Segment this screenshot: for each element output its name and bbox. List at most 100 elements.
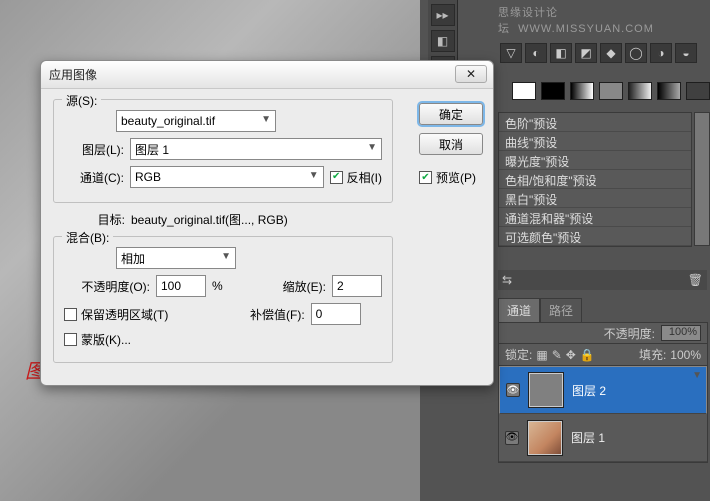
swatch[interactable] bbox=[541, 82, 565, 100]
dialog-button-column: 确定 取消 ✔ 预览(P) bbox=[419, 103, 483, 186]
adj-icon[interactable]: ◆ bbox=[600, 43, 622, 63]
channel-label: 通道(C): bbox=[64, 169, 124, 186]
layers-panel: 通道 路径 不透明度: 100% 锁定: ▦ ✎ ✥ 🔒 填充: 100% 👁 … bbox=[498, 298, 708, 463]
preserve-transparency-checkbox[interactable]: 保留透明区域(T) bbox=[64, 306, 244, 323]
offset-input[interactable] bbox=[311, 303, 361, 325]
lock-label: 锁定: bbox=[505, 346, 532, 363]
lock-transparency-icon[interactable]: ▦ bbox=[536, 348, 547, 362]
preset-item[interactable]: 通道混和器"预设 bbox=[499, 208, 691, 227]
watermark-url: WWW.MISSYUAN.COM bbox=[518, 23, 654, 35]
tab-paths[interactable]: 路径 bbox=[540, 298, 582, 322]
adj-icon[interactable]: ◯ bbox=[625, 43, 647, 63]
visibility-icon[interactable]: 👁 bbox=[505, 431, 519, 445]
layer-row[interactable]: 👁 图层 2 bbox=[499, 366, 707, 414]
ok-button[interactable]: 确定 bbox=[419, 103, 483, 125]
lock-all-icon[interactable]: 🔒 bbox=[580, 348, 595, 362]
panels-area: 思缘设计论坛 WWW.MISSYUAN.COM ▽ ◐ ◧ ◩ ◆ ◯ ◑ ◒ … bbox=[498, 0, 710, 501]
cancel-button[interactable]: 取消 bbox=[419, 133, 483, 155]
source-group: 源(S): beauty_original.tif 图层(L): 图层 1 通道… bbox=[53, 99, 393, 203]
target-label: 目标: bbox=[53, 211, 125, 228]
offset-label: 补偿值(F): bbox=[250, 306, 305, 323]
swatch[interactable] bbox=[599, 82, 623, 100]
blend-legend: 混合(B): bbox=[66, 231, 109, 245]
layer-name: 图层 2 bbox=[572, 382, 606, 399]
adjustments-toolbar: ▽ ◐ ◧ ◩ ◆ ◯ ◑ ◒ bbox=[498, 40, 698, 66]
preset-list: 色阶"预设 曲线"预设 曝光度"预设 色相/饱和度"预设 黑白"预设 通道混和器… bbox=[498, 112, 692, 247]
adj-icon[interactable]: ◐ bbox=[525, 43, 547, 63]
adj-icon[interactable]: ◑ bbox=[650, 43, 672, 63]
layer-name: 图层 1 bbox=[571, 429, 605, 446]
preset-item[interactable]: 曲线"预设 bbox=[499, 132, 691, 151]
preset-item[interactable]: 可选颜色"预设 bbox=[499, 227, 691, 246]
invert-checkbox[interactable]: ✔ 反相(I) bbox=[330, 169, 382, 186]
preset-footer: ⇆ 🗑 bbox=[498, 270, 707, 290]
preset-item[interactable]: 色相/饱和度"预设 bbox=[499, 170, 691, 189]
blend-value: 相加 bbox=[121, 250, 145, 267]
target-value: beauty_original.tif(图..., RGB) bbox=[131, 211, 288, 228]
layers-tabbar: 通道 路径 bbox=[498, 298, 708, 322]
fill-value[interactable]: 100% bbox=[670, 348, 701, 362]
source-legend: 源(S): bbox=[66, 94, 97, 108]
adj-icon[interactable]: ◩ bbox=[575, 43, 597, 63]
opacity-row: 不透明度: 100% bbox=[498, 322, 708, 344]
checkbox-icon: ✔ bbox=[330, 171, 343, 184]
apply-image-dialog: 应用图像 ✕ 确定 取消 ✔ 预览(P) 源(S): beauty_origin… bbox=[40, 60, 494, 386]
layer-row[interactable]: 👁 图层 1 bbox=[499, 414, 707, 462]
scale-input[interactable] bbox=[332, 275, 382, 297]
lock-row: 锁定: ▦ ✎ ✥ 🔒 填充: 100% bbox=[498, 344, 708, 366]
fill-label: 填充: bbox=[639, 346, 666, 363]
swatch[interactable] bbox=[657, 82, 681, 100]
swatch-row bbox=[512, 82, 710, 100]
adj-icon[interactable]: ◒ bbox=[675, 43, 697, 63]
opacity-value[interactable]: 100% bbox=[661, 325, 701, 341]
source-select[interactable]: beauty_original.tif bbox=[116, 110, 276, 132]
dock-icon[interactable]: ▸▸ bbox=[431, 4, 455, 26]
dialog-title: 应用图像 bbox=[49, 66, 97, 83]
invert-label: 反相(I) bbox=[347, 169, 382, 186]
dialog-titlebar[interactable]: 应用图像 ✕ bbox=[41, 61, 493, 89]
preserve-label: 保留透明区域(T) bbox=[81, 306, 168, 323]
cancel-label: 取消 bbox=[439, 136, 463, 153]
swatch[interactable] bbox=[512, 82, 536, 100]
preset-scrollbar[interactable] bbox=[694, 112, 710, 246]
tab-channels[interactable]: 通道 bbox=[498, 298, 540, 322]
ok-label: 确定 bbox=[439, 106, 463, 123]
adj-icon[interactable]: ◧ bbox=[550, 43, 572, 63]
swatch[interactable] bbox=[570, 82, 594, 100]
scale-label: 缩放(E): bbox=[283, 278, 326, 295]
channel-select[interactable]: RGB bbox=[130, 166, 324, 188]
close-button[interactable]: ✕ bbox=[455, 65, 487, 83]
layer-thumbnail[interactable] bbox=[528, 372, 564, 408]
layer-select[interactable]: 图层 1 bbox=[130, 138, 382, 160]
blend-group: 混合(B): 相加 不透明度(O): % 缩放(E): 保留透明区域(T) 补偿… bbox=[53, 236, 393, 363]
lock-move-icon[interactable]: ✥ bbox=[566, 348, 576, 362]
adj-icon[interactable]: ▽ bbox=[500, 43, 522, 63]
preset-item[interactable]: 黑白"预设 bbox=[499, 189, 691, 208]
blend-select[interactable]: 相加 bbox=[116, 247, 236, 269]
layer-list: 👁 图层 2 👁 图层 1 bbox=[498, 366, 708, 463]
watermark-text: 思缘设计论坛 WWW.MISSYUAN.COM bbox=[498, 4, 710, 36]
preset-item[interactable]: 曝光度"预设 bbox=[499, 151, 691, 170]
mask-checkbox[interactable]: 蒙版(K)... bbox=[64, 331, 131, 348]
dock-icon[interactable]: ◧ bbox=[431, 30, 455, 52]
checkbox-icon: ✔ bbox=[419, 171, 432, 184]
channel-value: RGB bbox=[135, 170, 161, 184]
visibility-icon[interactable]: 👁 bbox=[506, 383, 520, 397]
opacity-label: 不透明度: bbox=[604, 325, 655, 342]
close-icon: ✕ bbox=[466, 67, 476, 81]
swatch[interactable] bbox=[628, 82, 652, 100]
layer-thumbnail[interactable] bbox=[527, 420, 563, 456]
swatch[interactable] bbox=[686, 82, 710, 100]
checkbox-icon bbox=[64, 333, 77, 346]
dialog-body: 确定 取消 ✔ 预览(P) 源(S): beauty_original.tif … bbox=[41, 89, 493, 385]
lock-paint-icon[interactable]: ✎ bbox=[552, 348, 562, 362]
opacity-input[interactable] bbox=[156, 275, 206, 297]
trash-icon[interactable]: 🗑 bbox=[688, 273, 703, 287]
mask-label: 蒙版(K)... bbox=[81, 331, 131, 348]
preset-item[interactable]: 色阶"预设 bbox=[499, 113, 691, 132]
layer-label: 图层(L): bbox=[64, 141, 124, 158]
toggle-icon[interactable]: ⇆ bbox=[502, 273, 512, 287]
preview-checkbox[interactable]: ✔ 预览(P) bbox=[419, 169, 476, 186]
checkbox-icon bbox=[64, 308, 77, 321]
layer-value: 图层 1 bbox=[135, 141, 169, 158]
